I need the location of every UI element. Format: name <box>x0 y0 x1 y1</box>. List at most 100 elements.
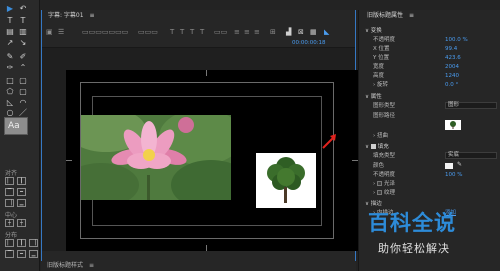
tab-stops-icon[interactable]: ⊞ <box>270 28 276 36</box>
rounded-corner-tool-icon[interactable]: ▢ <box>18 87 28 97</box>
vertical-area-type-tool-icon[interactable]: ▥ <box>18 27 28 37</box>
texture-row[interactable]: › 纹理 <box>359 189 500 197</box>
fill-type-dropdown[interactable]: 实底 <box>445 152 497 159</box>
app-window: ▶ ↶ T T ▤ ▥ ↗ ↘ ✎ ✐ ✑ ⌃ □ ▢ ⬠ ▢ ◺ ◠ ○ ／ … <box>0 0 500 271</box>
center-horizontal-icon[interactable]: ┼ <box>5 219 14 227</box>
arc-tool-icon[interactable]: ◠ <box>18 98 28 108</box>
properties-section[interactable]: ∨ 属性 <box>359 93 500 101</box>
align-middle-icon[interactable]: ━ <box>17 188 26 196</box>
underline-icon[interactable]: T <box>190 28 194 36</box>
area-type-tool-icon[interactable]: ▤ <box>5 27 15 37</box>
distribute-right-icon[interactable]: ▕ <box>29 239 38 247</box>
align-left-text-icon[interactable]: ≡ <box>234 28 240 36</box>
bottom-panel-title: 旧版标题样式 <box>47 262 84 269</box>
watermark: 百科全说 助你轻松解决 <box>358 202 500 260</box>
add-anchor-tool-icon[interactable]: ✐ <box>18 52 28 62</box>
show-background-video-icon[interactable]: ▟ <box>286 28 291 36</box>
font-style-dropdown[interactable]: ▭▭▭ <box>138 28 158 36</box>
roll-crawl-icon[interactable]: ☰ <box>58 28 64 36</box>
path-type-tool-icon[interactable]: ↗ <box>5 38 15 48</box>
rotate-tool-icon[interactable]: ↶ <box>18 4 28 14</box>
distribute-bottom-icon[interactable]: ▁ <box>29 250 38 258</box>
distribute-middle-icon[interactable]: ━ <box>17 250 26 258</box>
wedge-tool-icon[interactable]: ◺ <box>5 98 15 108</box>
tab-menu-icon[interactable]: ≡ <box>90 12 95 19</box>
pen-tool-icon[interactable]: ✎ <box>5 52 15 62</box>
vertical-type-tool-icon[interactable]: T <box>18 16 28 26</box>
graphic-type-dropdown[interactable]: 图形 <box>445 102 497 109</box>
x-position-row: X 位置 99.4 <box>373 45 458 53</box>
graphic-type-row: 图形类型 图形 <box>359 102 500 110</box>
bottom-panel-menu-icon[interactable]: ≡ <box>89 262 94 269</box>
playhead-icon[interactable]: ◣ <box>324 28 329 36</box>
clipped-corner-tool-icon[interactable]: ⬠ <box>5 87 15 97</box>
align-center-text-icon[interactable]: ≡ <box>244 28 250 36</box>
rounded-rect-tool-icon[interactable]: ▢ <box>18 76 28 86</box>
center-vertical-icon[interactable]: ┼ <box>17 219 26 227</box>
selection-tool-icon[interactable]: ▶ <box>5 4 15 14</box>
align-bottom-icon[interactable]: ▁ <box>17 199 26 207</box>
x-position-value[interactable]: 99.4 <box>445 45 457 53</box>
color-row: 颜色 <box>373 163 385 169</box>
opacity-value[interactable]: 100.0 % <box>445 36 468 44</box>
fill-opacity-value[interactable]: 100 % <box>445 171 462 179</box>
vertical-path-type-tool-icon[interactable]: ↘ <box>18 38 28 48</box>
opacity-row: 不透明度 100.0 % <box>373 36 468 44</box>
sheen-checkbox[interactable] <box>376 181 382 186</box>
kerning-icon[interactable]: ▭▭ <box>214 28 227 36</box>
align-top-icon[interactable]: ▔ <box>5 188 14 196</box>
distribute-left-icon[interactable]: ▏ <box>5 239 14 247</box>
lotus-image[interactable] <box>81 115 231 200</box>
distribute-center-icon[interactable]: ┃ <box>17 239 26 247</box>
title-canvas[interactable] <box>66 70 358 251</box>
height-row: 高度 1240 <box>373 72 459 80</box>
align-right-text-icon[interactable]: ≡ <box>254 28 260 36</box>
properties-tab[interactable]: 旧版标题属性 ≡ <box>359 10 500 22</box>
title-tab[interactable]: 字幕: 字幕01 ≡ <box>42 10 355 22</box>
align-section-label: 对齐 <box>5 170 18 177</box>
transform-label: ∨ 变换 <box>365 28 382 34</box>
timecode[interactable]: 00:00:00:18 <box>292 40 326 46</box>
sheen-row[interactable]: › 光泽 <box>359 180 500 188</box>
tree-image[interactable] <box>256 153 316 208</box>
convert-anchor-tool-icon[interactable]: ⌃ <box>18 63 28 73</box>
center-section-label: 中心 <box>5 212 18 219</box>
bold-icon[interactable]: T <box>170 28 174 36</box>
distribute-top-icon[interactable]: ▔ <box>5 250 14 258</box>
transform-section[interactable]: ∨ 变换 <box>359 27 500 35</box>
delete-anchor-tool-icon[interactable]: ✑ <box>5 63 15 73</box>
fill-color-swatch[interactable] <box>445 163 453 169</box>
distribute-section-label: 分布 <box>5 232 18 239</box>
style-swatch[interactable]: Aa <box>4 117 28 135</box>
video-icon[interactable]: ⊠ <box>298 28 304 36</box>
distort-row[interactable]: › 扭曲 <box>359 132 500 140</box>
new-title-icon[interactable]: ▣ <box>46 28 53 36</box>
align-center-h-icon[interactable]: ┃ <box>17 177 26 185</box>
rotation-value[interactable]: 0.0 ° <box>445 81 458 89</box>
font-dropdown[interactable]: ▭▭▭▭▭▭▭ <box>82 28 128 36</box>
safe-area-icon[interactable]: ▦ <box>310 28 317 36</box>
height-value[interactable]: 1240 <box>445 72 459 80</box>
font-size-icon[interactable]: T <box>200 28 204 36</box>
title-toolbar: ▣ ☰ ▭▭▭▭▭▭▭ ▭▭▭ T T T T ▭▭ ≡ ≡ ≡ ⊞ ▟ ⊠ ▦… <box>42 22 355 48</box>
tools-panel: ▶ ↶ T T ▤ ▥ ↗ ↘ ✎ ✐ ✑ ⌃ □ ▢ ⬠ ▢ ◺ ◠ ○ ／ … <box>0 0 40 271</box>
bottom-panel-tab[interactable]: 旧版标题样式 ≡ <box>41 261 356 271</box>
canvas-scrollbar[interactable] <box>42 251 355 261</box>
fill-checkbox[interactable] <box>370 144 376 149</box>
graphic-path-row: 图形路径 <box>373 113 396 119</box>
align-right-icon[interactable]: ▕ <box>5 199 14 207</box>
type-tool-icon[interactable]: T <box>5 16 15 26</box>
graphic-path-thumbnail[interactable] <box>445 120 461 130</box>
watermark-subtitle: 助你轻松解决 <box>378 242 450 255</box>
rectangle-tool-icon[interactable]: □ <box>5 76 15 86</box>
properties-menu-icon[interactable]: ≡ <box>409 12 414 19</box>
align-left-icon[interactable]: ▏ <box>5 177 14 185</box>
italic-icon[interactable]: T <box>180 28 184 36</box>
width-value[interactable]: 2004 <box>445 63 459 71</box>
eyedropper-icon[interactable]: ✎ <box>457 161 462 168</box>
center-mark-left <box>66 160 72 161</box>
watermark-logo: 百科全说 <box>368 211 456 235</box>
y-position-value[interactable]: 423.6 <box>445 54 461 62</box>
texture-checkbox[interactable] <box>376 190 382 195</box>
fill-section[interactable]: ∨ 填充 <box>359 143 500 151</box>
